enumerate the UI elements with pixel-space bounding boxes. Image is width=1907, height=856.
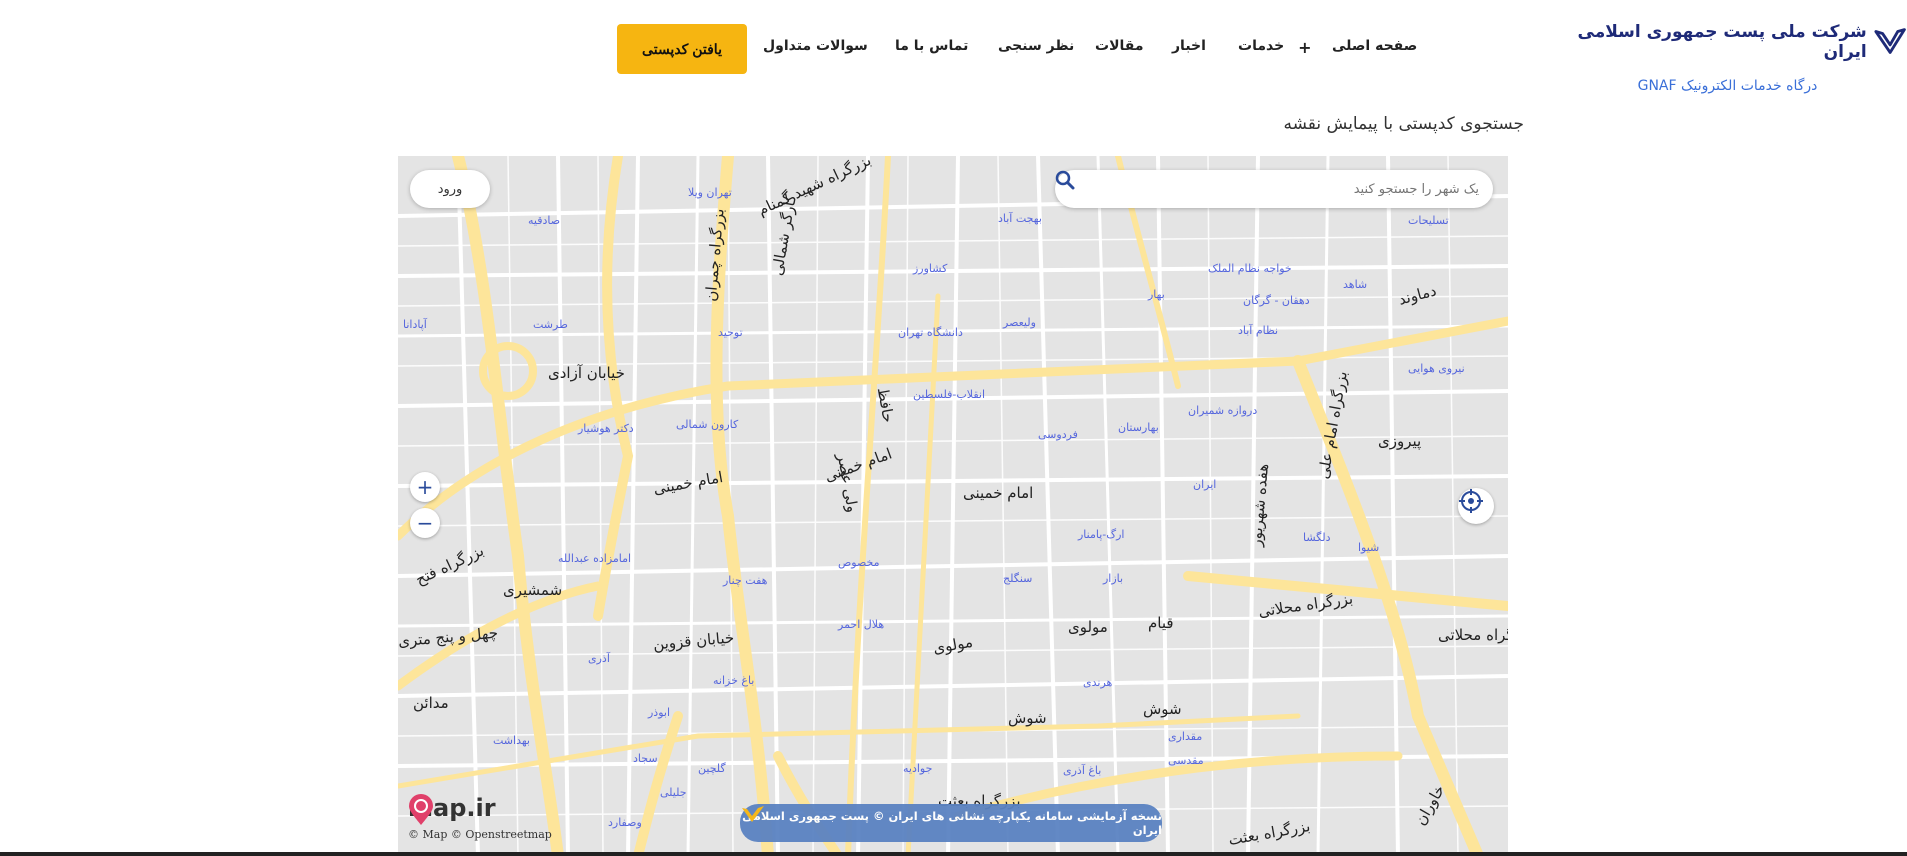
place-label: ابوذر <box>648 706 671 719</box>
place-label: شاهد <box>1343 278 1368 291</box>
place-label: انقلاب-فلسطین <box>913 388 985 401</box>
nav-survey[interactable]: نظر سنجی <box>998 38 1074 54</box>
place-label: وصفارد <box>608 816 642 829</box>
road-label: مولوی <box>1068 618 1108 636</box>
mapir-logo: map.ir <box>408 794 496 825</box>
city-search-input[interactable] <box>1069 181 1479 197</box>
portal-subtitle[interactable]: درگاه خدمات الکترونیک GNAF <box>1630 78 1825 94</box>
road-label: خیابان آزادی <box>548 364 625 382</box>
road-label: شوش <box>1008 709 1047 727</box>
post-logo-icon <box>742 806 764 822</box>
road-label: قیام <box>1148 614 1174 632</box>
search-icon[interactable] <box>1055 170 1075 190</box>
place-label: هرندی <box>1083 676 1113 689</box>
place-label: طرشت <box>533 318 568 331</box>
place-label: دکتر هوشیار <box>578 422 634 435</box>
nav-contact[interactable]: تماس با ما <box>895 38 968 54</box>
place-label: شیوا <box>1358 541 1380 554</box>
logo[interactable]: شرکت ملی پست جمهوری اسلامی ایران <box>1545 22 1907 62</box>
place-label: دانشگاه تهران <box>898 326 963 339</box>
locate-button[interactable] <box>1458 488 1494 524</box>
place-label: ولیعصر <box>1003 316 1036 329</box>
place-label: هفت چنار <box>723 574 768 587</box>
map-pin-icon <box>409 794 433 825</box>
road-label: شمشیری <box>503 581 563 599</box>
city-search[interactable] <box>1055 170 1493 208</box>
place-label: توحید <box>718 326 743 339</box>
place-label: نیروی هوایی <box>1408 362 1465 375</box>
nav-home[interactable]: صفحه اصلی <box>1332 38 1417 54</box>
nav-faq[interactable]: سوالات متداول <box>763 38 868 54</box>
place-label: صادقیه <box>528 214 561 227</box>
place-label: بازار <box>1103 572 1124 585</box>
zoom-in-button[interactable]: + <box>410 472 440 502</box>
place-label: سنگلج <box>1003 572 1033 585</box>
map[interactable]: بزرگراه شهید گمنام خیابان آزادی امام خمی… <box>398 156 1508 856</box>
place-label: گلچین <box>698 762 726 775</box>
place-label: جوادیه <box>903 762 933 775</box>
place-label: آذری <box>588 652 610 665</box>
place-label: کارون شمالی <box>676 418 739 431</box>
map-attribution[interactable]: © Map © Openstreetmap <box>408 828 552 841</box>
logo-text: شرکت ملی پست جمهوری اسلامی ایران <box>1577 22 1868 62</box>
trial-version-banner: نسخه آزمایشی سامانه یکپارچه نشانی های ای… <box>740 804 1162 842</box>
place-label: نظام آباد <box>1238 324 1279 337</box>
place-label: کشاورز <box>913 262 948 275</box>
nav-services-label: خدمات <box>1238 38 1285 54</box>
place-label: بهداشت <box>493 734 530 747</box>
place-label: دهقان - گرگان <box>1243 294 1310 307</box>
place-label: تسلیحات <box>1408 214 1449 227</box>
zoom-out-button[interactable]: − <box>410 508 440 538</box>
place-label: سجاد <box>633 752 658 765</box>
crosshair-icon <box>1459 489 1483 513</box>
banner-text: نسخه آزمایشی سامانه یکپارچه نشانی های ای… <box>742 809 1162 837</box>
road-label: پیروزی <box>1378 432 1422 450</box>
place-label: ایران <box>1193 478 1217 491</box>
place-label: تهران ویلا <box>688 186 732 199</box>
road-label: بزرگراه محلاتی <box>1438 626 1508 644</box>
bottom-border <box>0 852 1907 856</box>
place-label: جلیلی <box>660 786 687 799</box>
place-label: مقداری <box>1168 730 1203 743</box>
place-label: دروازه شمیران <box>1188 404 1258 417</box>
place-label: ارگ-پامنار <box>1078 528 1125 541</box>
place-label: باغ آذری <box>1063 764 1102 777</box>
nav-services[interactable]: + خدمات <box>1238 38 1312 57</box>
place-label: آپادانا <box>403 318 427 331</box>
place-label: بهجت آباد <box>998 212 1042 225</box>
place-label: دلگشا <box>1303 531 1331 544</box>
nav-articles[interactable]: مقالات <box>1095 38 1144 54</box>
place-label: هلال احمر <box>838 618 885 631</box>
place-label: فردوسی <box>1038 428 1078 441</box>
road-label: مدائن <box>413 694 449 712</box>
place-label: بهارستان <box>1118 421 1159 434</box>
login-button[interactable]: ورود <box>410 170 490 208</box>
road-label: امام خمینی <box>963 484 1034 502</box>
nav-news[interactable]: اخبار <box>1172 38 1206 54</box>
plus-icon: + <box>1298 38 1312 57</box>
page-title: جستجوی کدپستی با پیمایش نقشه <box>1283 114 1525 134</box>
place-label: مقدسی <box>1168 754 1204 767</box>
post-logo-icon <box>1874 28 1906 54</box>
find-postcode-button[interactable]: یافتن کدپستی <box>617 24 747 74</box>
place-label: مخصوص <box>838 556 880 569</box>
place-label: بهار <box>1148 288 1165 301</box>
place-label: امامزاده عبدالله <box>558 552 632 565</box>
place-label: خواجه نظام الملک <box>1208 262 1292 275</box>
road-label: شوش <box>1143 700 1182 718</box>
map-roads <box>398 156 1508 856</box>
place-label: باغ خزانه <box>713 674 755 687</box>
